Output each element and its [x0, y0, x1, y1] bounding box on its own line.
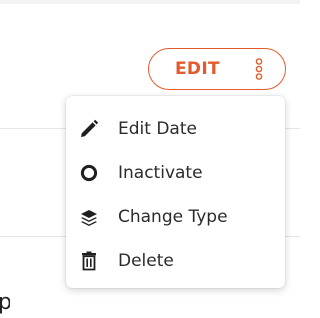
menu-item-inactivate[interactable]: Inactivate [66, 152, 285, 192]
menu-item-delete[interactable]: Delete [66, 240, 285, 280]
circle-icon [80, 164, 98, 182]
menu-item-label: Edit Date [118, 119, 197, 139]
menu-item-change-type[interactable]: Change Type [66, 196, 285, 236]
menu-item-label: Change Type [118, 207, 228, 227]
actions-dropdown-menu: Edit Date Inactivate Change Type Delete [66, 96, 285, 288]
background-text-fragment: p [0, 291, 10, 315]
pencil-icon [81, 119, 99, 137]
menu-item-label: Delete [118, 251, 174, 271]
edit-button-label: EDIT [175, 59, 220, 79]
menu-item-edit-date[interactable]: Edit Date [66, 108, 285, 148]
more-vertical-icon[interactable] [253, 58, 265, 80]
trash-icon [82, 251, 96, 271]
page: p EDIT Edit Date Inactivate Change Type … [0, 0, 300, 318]
layers-icon [81, 210, 97, 226]
menu-item-label: Inactivate [118, 163, 203, 183]
top-strip [0, 0, 300, 4]
edit-button[interactable]: EDIT [148, 48, 286, 90]
